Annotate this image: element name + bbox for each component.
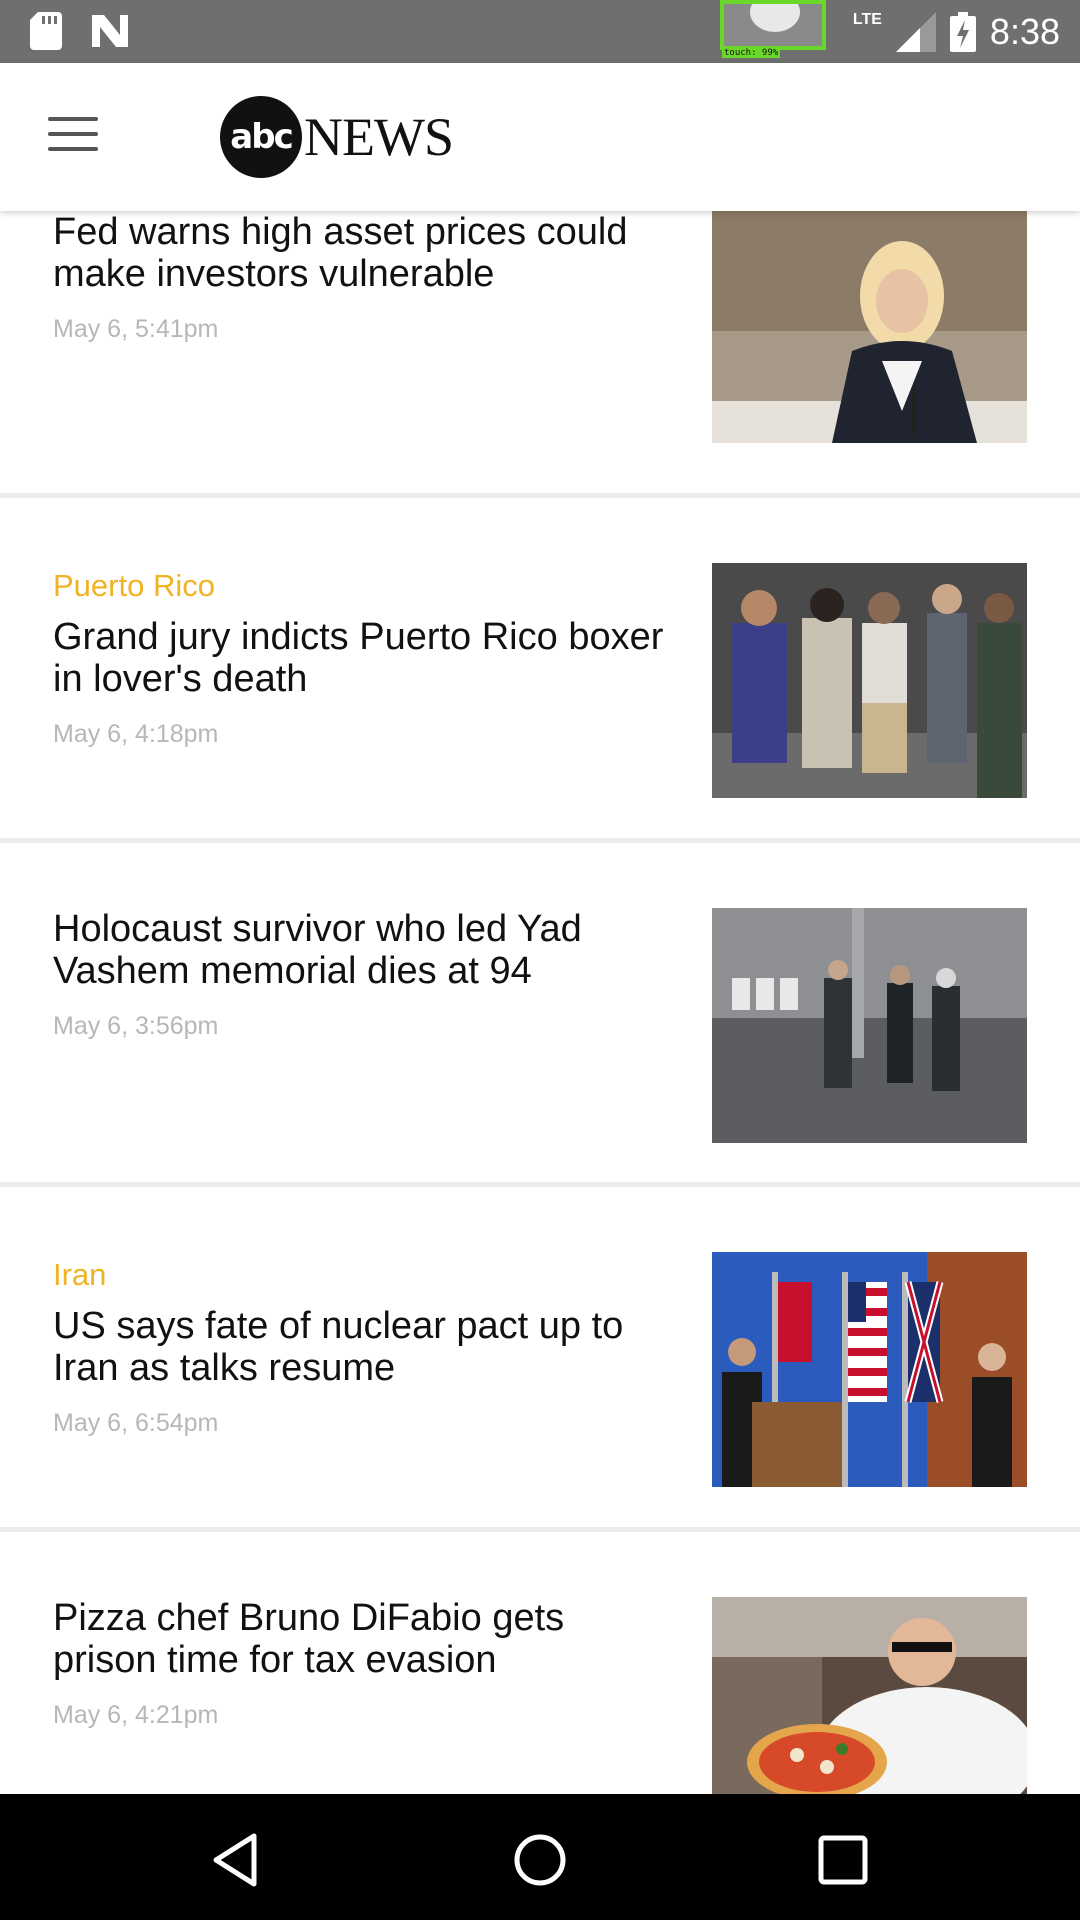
article-category[interactable]: Puerto Rico: [53, 568, 673, 604]
back-icon[interactable]: [208, 1832, 264, 1888]
status-bar: touch: 99% LTE 8:38: [0, 0, 1080, 63]
article-thumbnail[interactable]: [712, 211, 1027, 446]
article-item[interactable]: Holocaust survivor who led Yad Vashem me…: [0, 843, 1080, 1183]
article-timestamp: May 6, 4:18pm: [53, 720, 219, 748]
article-thumbnail[interactable]: [712, 1252, 1027, 1487]
article-timestamp: May 6, 4:21pm: [53, 1701, 219, 1729]
article-item[interactable]: Fed warns high asset prices could make i…: [0, 211, 1080, 495]
article-timestamp: May 6, 3:56pm: [53, 1012, 219, 1040]
app-header: abc NEWS: [0, 63, 1080, 211]
sd-card-icon: [30, 12, 62, 50]
battery-charging-icon: [949, 11, 976, 52]
article-headline[interactable]: Holocaust survivor who led Yad Vashem me…: [53, 908, 673, 992]
network-type-label: LTE: [852, 10, 882, 28]
article-category[interactable]: Iran: [53, 1257, 673, 1293]
n-notification-icon: [92, 15, 128, 47]
article-headline[interactable]: US says fate of nuclear pact up to Iran …: [53, 1305, 673, 1389]
article-headline[interactable]: Pizza chef Bruno DiFabio gets prison tim…: [53, 1597, 673, 1681]
touch-indicator-label: touch: 99%: [722, 48, 781, 58]
article-thumbnail[interactable]: [712, 563, 1027, 798]
article-headline[interactable]: Fed warns high asset prices could make i…: [53, 211, 673, 295]
touch-indicator: [720, 0, 826, 50]
article-item[interactable]: Puerto Rico Grand jury indicts Puerto Ri…: [0, 498, 1080, 838]
status-notifications: [30, 12, 130, 50]
news-wordmark: NEWS: [304, 107, 454, 167]
signal-icon: [895, 11, 936, 52]
article-timestamp: May 6, 6:54pm: [53, 1409, 219, 1437]
menu-icon[interactable]: [48, 117, 98, 157]
news-feed[interactable]: Fed warns high asset prices could make i…: [0, 211, 1080, 1794]
abc-logo-mark: abc: [220, 96, 302, 178]
article-item[interactable]: Iran US says fate of nuclear pact up to …: [0, 1187, 1080, 1527]
system-nav-bar: [0, 1794, 1080, 1920]
article-item[interactable]: Pizza chef Bruno DiFabio gets prison tim…: [0, 1532, 1080, 1794]
abc-news-logo: abc NEWS: [220, 95, 454, 179]
article-thumbnail[interactable]: [712, 1597, 1027, 1794]
article-timestamp: May 6, 5:41pm: [53, 315, 219, 343]
article-thumbnail[interactable]: [712, 908, 1027, 1143]
home-icon[interactable]: [512, 1832, 568, 1888]
recents-icon[interactable]: [815, 1832, 871, 1888]
article-headline[interactable]: Grand jury indicts Puerto Rico boxer in …: [53, 616, 673, 700]
clock: 8:38: [989, 10, 1060, 52]
